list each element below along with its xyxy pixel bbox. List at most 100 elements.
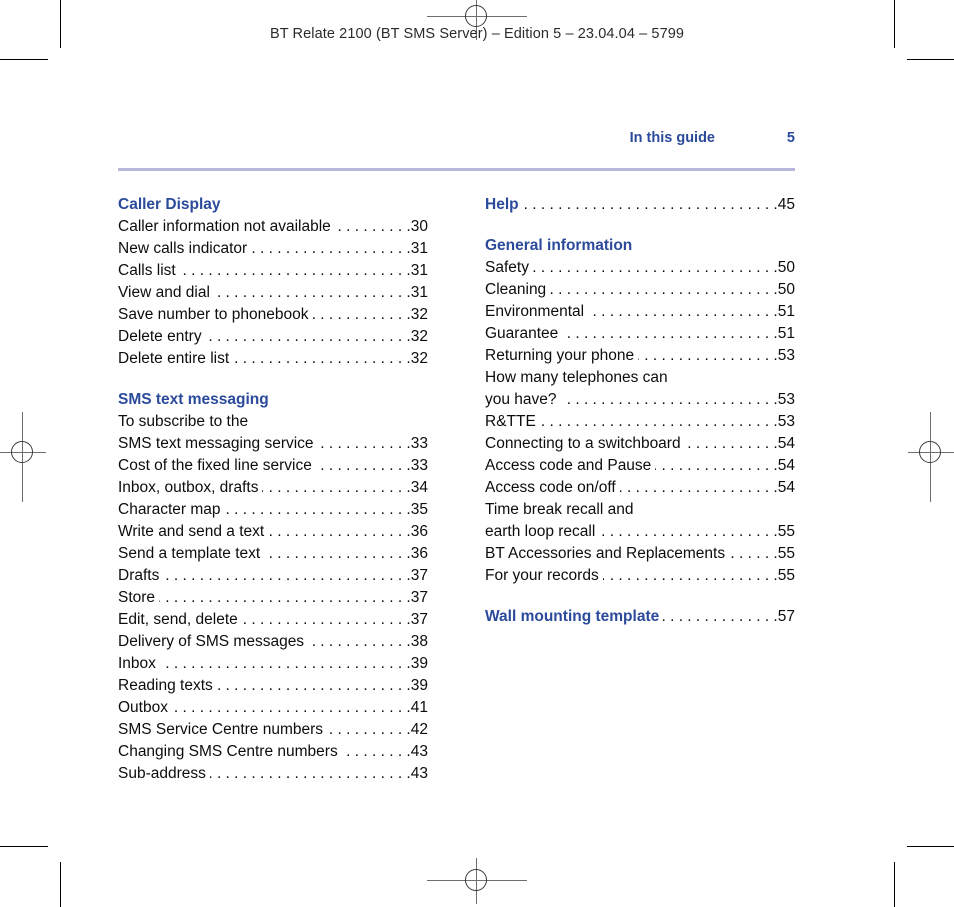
toc-entry-title: Store <box>118 589 156 606</box>
toc-column-left: Caller Display Caller information not ava… <box>118 194 428 785</box>
page-number-folio: 5 <box>786 130 795 146</box>
toc-entry-row[interactable]: Delivery of SMS messages. . . . . . . . … <box>118 631 428 653</box>
toc-entry-row[interactable]: For your records. . . . . . . . . . . . … <box>485 565 795 587</box>
dot-leader: . . . . . . . . . . . . . . . . . . . . … <box>638 347 778 364</box>
toc-entry-page-number: 34 <box>410 479 428 496</box>
toc-entry-title: Inbox, outbox, drafts <box>118 479 259 496</box>
toc-entry-row[interactable]: Cleaning. . . . . . . . . . . . . . . . … <box>485 279 795 301</box>
toc-entry-row[interactable]: Cost of the fixed line service. . . . . … <box>118 455 428 477</box>
toc-entry-row[interactable]: Caller information not available. . . . … <box>118 216 428 238</box>
toc-entry-title: Delete entire list <box>118 350 230 367</box>
toc-entry-row[interactable]: Access code and Pause. . . . . . . . . .… <box>485 455 795 477</box>
toc-entry-row[interactable]: Calls list. . . . . . . . . . . . . . . … <box>118 260 428 282</box>
dot-leader: . . . . . . . . . . . . . . . . . . . . … <box>159 589 411 606</box>
dot-leader: . . . . . . . . . . . . . . . . . . . . … <box>550 281 778 298</box>
toc-entry-title: Cost of the fixed line service <box>118 457 312 474</box>
toc-entry-title: View and dial <box>118 284 210 301</box>
toc-entry-row[interactable]: Access code on/off. . . . . . . . . . . … <box>485 477 795 499</box>
toc-entry-page-number: 32 <box>410 306 428 323</box>
toc-entry-row[interactable]: Returning your phone. . . . . . . . . . … <box>485 345 795 367</box>
toc-entry-page-number: 37 <box>410 611 428 628</box>
toc-entry-row[interactable]: earth loop recall. . . . . . . . . . . .… <box>485 521 795 543</box>
dot-leader: . . . . . . . . . . . . . . . . . . . . … <box>206 328 411 345</box>
toc-entry-title: Access code and Pause <box>485 457 652 474</box>
dot-leader: . . . . . . . . . . . . . . . . . . . . … <box>561 391 778 408</box>
toc-entry-row[interactable]: Outbox. . . . . . . . . . . . . . . . . … <box>118 697 428 719</box>
dot-leader: . . . . . . . . . . . . . . . . . . . . … <box>655 457 778 474</box>
toc-entry-page-number: 35 <box>410 501 428 518</box>
toc-entry-page-number: 50 <box>777 281 795 298</box>
page-canvas: BT Relate 2100 (BT SMS Server) – Edition… <box>0 0 954 907</box>
dot-leader: . . . . . . . . . . . . . . . . . . . . … <box>663 608 778 625</box>
toc-entry-row[interactable]: Store. . . . . . . . . . . . . . . . . .… <box>118 587 428 609</box>
toc-entry-row[interactable]: Changing SMS Centre numbers. . . . . . .… <box>118 741 428 763</box>
toc-entry-row[interactable]: BT Accessories and Replacements. . . . .… <box>485 543 795 565</box>
toc-entry-row[interactable]: Reading texts. . . . . . . . . . . . . .… <box>118 675 428 697</box>
toc-entry-title: How many telephones can <box>485 369 668 386</box>
toc-entry-row[interactable]: Write and send a text. . . . . . . . . .… <box>118 521 428 543</box>
toc-entry-page-number: 45 <box>777 196 795 213</box>
dot-leader: . . . . . . . . . . . . . . . . . . . . … <box>308 633 411 650</box>
dot-leader: . . . . . . . . . . . . . . . . . . . . … <box>242 611 411 628</box>
toc-entry-page-number: 32 <box>410 350 428 367</box>
toc-entry-row[interactable]: New calls indicator. . . . . . . . . . .… <box>118 238 428 260</box>
toc-entry-page-number: 31 <box>410 240 428 257</box>
toc-entry-row[interactable]: How many telephones can <box>485 367 795 389</box>
toc-entry-title: BT Accessories and Replacements <box>485 545 726 562</box>
dot-leader: . . . . . . . . . . . . . . . . . . . . … <box>335 218 411 235</box>
crop-mark-bottom-right-vertical <box>894 862 895 907</box>
toc-entry-row[interactable]: Delete entry. . . . . . . . . . . . . . … <box>118 326 428 348</box>
toc-entry-title: R&TTE <box>485 413 536 430</box>
running-head-label: In this guide <box>629 130 715 146</box>
toc-entry-row[interactable]: Character map. . . . . . . . . . . . . .… <box>118 499 428 521</box>
toc-section-heading-row[interactable]: Wall mounting template. . . . . . . . . … <box>485 606 795 628</box>
crop-mark-top-right-horizontal <box>907 59 954 60</box>
dot-leader: . . . . . . . . . . . . . . . . . . . . … <box>588 303 778 320</box>
dot-leader: . . . . . . . . . . . . . . . . . . . . … <box>533 259 778 276</box>
toc-entry-row[interactable]: View and dial. . . . . . . . . . . . . .… <box>118 282 428 304</box>
toc-entry-row[interactable]: Inbox, outbox, drafts. . . . . . . . . .… <box>118 477 428 499</box>
toc-entry-row[interactable]: Environmental. . . . . . . . . . . . . .… <box>485 301 795 323</box>
toc-entry-page-number: 53 <box>777 413 795 430</box>
dot-leader: . . . . . . . . . . . . . . . . . . . . … <box>216 677 411 694</box>
toc-entry-row[interactable]: Drafts. . . . . . . . . . . . . . . . . … <box>118 565 428 587</box>
registration-mark-bottom-center <box>427 858 527 904</box>
toc-entry-row[interactable]: Time break recall and <box>485 499 795 521</box>
header-rule <box>118 168 795 171</box>
toc-section-heading-label: Wall mounting template <box>485 608 660 625</box>
dot-leader: . . . . . . . . . . . . . . . . . . . . … <box>603 567 778 584</box>
toc-entry-title: To subscribe to the <box>118 413 249 430</box>
dot-leader: . . . . . . . . . . . . . . . . . . . . … <box>599 523 778 540</box>
toc-entry-page-number: 30 <box>410 218 428 235</box>
toc-entry-row[interactable]: Safety. . . . . . . . . . . . . . . . . … <box>485 257 795 279</box>
toc-entry-title: Drafts <box>118 567 160 584</box>
toc-entry-title: earth loop recall <box>485 523 596 540</box>
toc-entry-row[interactable]: Save number to phonebook. . . . . . . . … <box>118 304 428 326</box>
toc-entry-page-number: 43 <box>410 765 428 782</box>
dot-leader: . . . . . . . . . . . . . . . . . . . . … <box>562 325 778 342</box>
toc-entry-row[interactable]: you have?. . . . . . . . . . . . . . . .… <box>485 389 795 411</box>
toc-entry-page-number: 41 <box>410 699 428 716</box>
toc-entry-row[interactable]: Guarantee. . . . . . . . . . . . . . . .… <box>485 323 795 345</box>
toc-entry-page-number: 43 <box>410 743 428 760</box>
dot-leader: . . . . . . . . . . . . . . . . . . . . … <box>540 413 778 430</box>
toc-entry-row[interactable]: Delete entire list. . . . . . . . . . . … <box>118 348 428 370</box>
toc-entry-row[interactable]: R&TTE. . . . . . . . . . . . . . . . . .… <box>485 411 795 433</box>
toc-entry-title: New calls indicator <box>118 240 248 257</box>
toc-section: Help. . . . . . . . . . . . . . . . . . … <box>485 194 795 216</box>
toc-entry-page-number: 37 <box>410 589 428 606</box>
toc-entry-row[interactable]: Inbox. . . . . . . . . . . . . . . . . .… <box>118 653 428 675</box>
dot-leader: . . . . . . . . . . . . . . . . . . . . … <box>523 196 778 213</box>
toc-entry-row[interactable]: SMS text messaging service. . . . . . . … <box>118 433 428 455</box>
toc-entry-page-number: 31 <box>410 284 428 301</box>
toc-entry-row[interactable]: Send a template text. . . . . . . . . . … <box>118 543 428 565</box>
crop-mark-top-left-horizontal <box>0 59 48 60</box>
toc-entry-row[interactable]: To subscribe to the <box>118 411 428 433</box>
dot-leader: . . . . . . . . . . . . . . . . . . . . … <box>251 240 411 257</box>
toc-section-heading-row[interactable]: Help. . . . . . . . . . . . . . . . . . … <box>485 194 795 216</box>
toc-entry-row[interactable]: Edit, send, delete. . . . . . . . . . . … <box>118 609 428 631</box>
toc-entry-title: Delivery of SMS messages <box>118 633 305 650</box>
toc-entry-row[interactable]: Connecting to a switchboard. . . . . . .… <box>485 433 795 455</box>
toc-entry-row[interactable]: Sub-address. . . . . . . . . . . . . . .… <box>118 763 428 785</box>
toc-entry-row[interactable]: SMS Service Centre numbers. . . . . . . … <box>118 719 428 741</box>
